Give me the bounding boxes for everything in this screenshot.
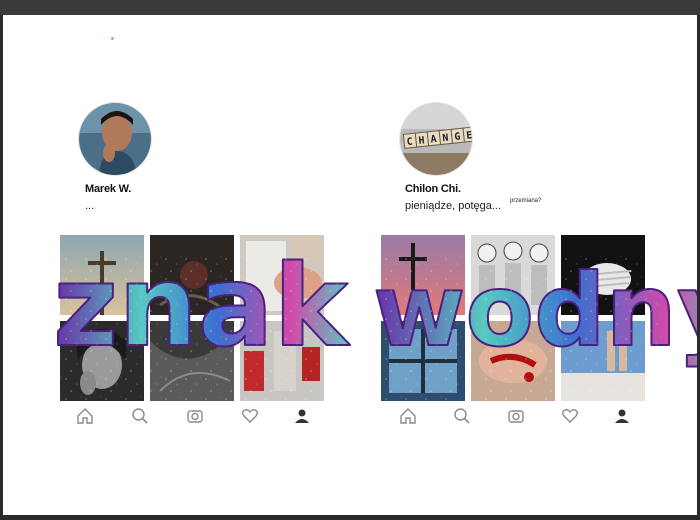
svg-text:H: H: [418, 135, 425, 147]
profile-name[interactable]: Marek W.: [85, 183, 131, 195]
app-titlebar: [0, 0, 700, 15]
dark-hair-photo[interactable]: [150, 321, 234, 401]
photo-grid: [381, 235, 647, 403]
bottom-nav: [381, 405, 647, 427]
avatar[interactable]: [79, 103, 151, 175]
dark-rose-photo[interactable]: [150, 235, 234, 315]
camera-icon[interactable]: [507, 407, 525, 425]
profile-bio: ...: [85, 200, 95, 212]
profile-icon[interactable]: [293, 407, 311, 425]
svg-text:G: G: [454, 131, 461, 143]
slide-canvas: Marek W. ... C H A N G E Chilon Chi. pie…: [3, 15, 697, 515]
bleeding-hand-photo[interactable]: [471, 321, 555, 401]
camera-icon[interactable]: [186, 407, 204, 425]
woman-portrait-bw-photo[interactable]: [60, 321, 144, 401]
avatar[interactable]: C H A N G E: [400, 103, 472, 175]
change-word-tiles-photo: C H A N G E: [400, 103, 472, 175]
photo-grid: [60, 235, 326, 403]
search-icon[interactable]: [453, 407, 471, 425]
profile-name[interactable]: Chilon Chi.: [405, 183, 461, 195]
red-figure-photo[interactable]: [240, 321, 324, 401]
svg-text:E: E: [466, 130, 472, 142]
bottom-nav: [60, 405, 326, 427]
stray-dot: [111, 37, 114, 40]
person-thinking-photo: [79, 103, 151, 175]
home-icon[interactable]: [399, 407, 417, 425]
svg-text:A: A: [430, 134, 437, 146]
home-icon[interactable]: [76, 407, 94, 425]
three-skeletons-photo[interactable]: [471, 235, 555, 315]
profile-icon[interactable]: [613, 407, 631, 425]
sky-cross-photo[interactable]: [60, 235, 144, 315]
bio-note: przemiana?: [510, 198, 542, 204]
hand-holding-paper-photo[interactable]: [240, 235, 324, 315]
heart-icon[interactable]: [561, 407, 579, 425]
profile-bio: pieniądze, potęga...: [405, 200, 502, 212]
svg-text:N: N: [442, 133, 449, 145]
cross-at-sunset-photo[interactable]: [381, 235, 465, 315]
bandaged-face-photo[interactable]: [561, 235, 645, 315]
svg-text:C: C: [406, 136, 413, 148]
blue-sky-hands-photo[interactable]: [561, 321, 645, 401]
heart-icon[interactable]: [241, 407, 259, 425]
search-icon[interactable]: [131, 407, 149, 425]
window-silhouette-photo[interactable]: [381, 321, 465, 401]
